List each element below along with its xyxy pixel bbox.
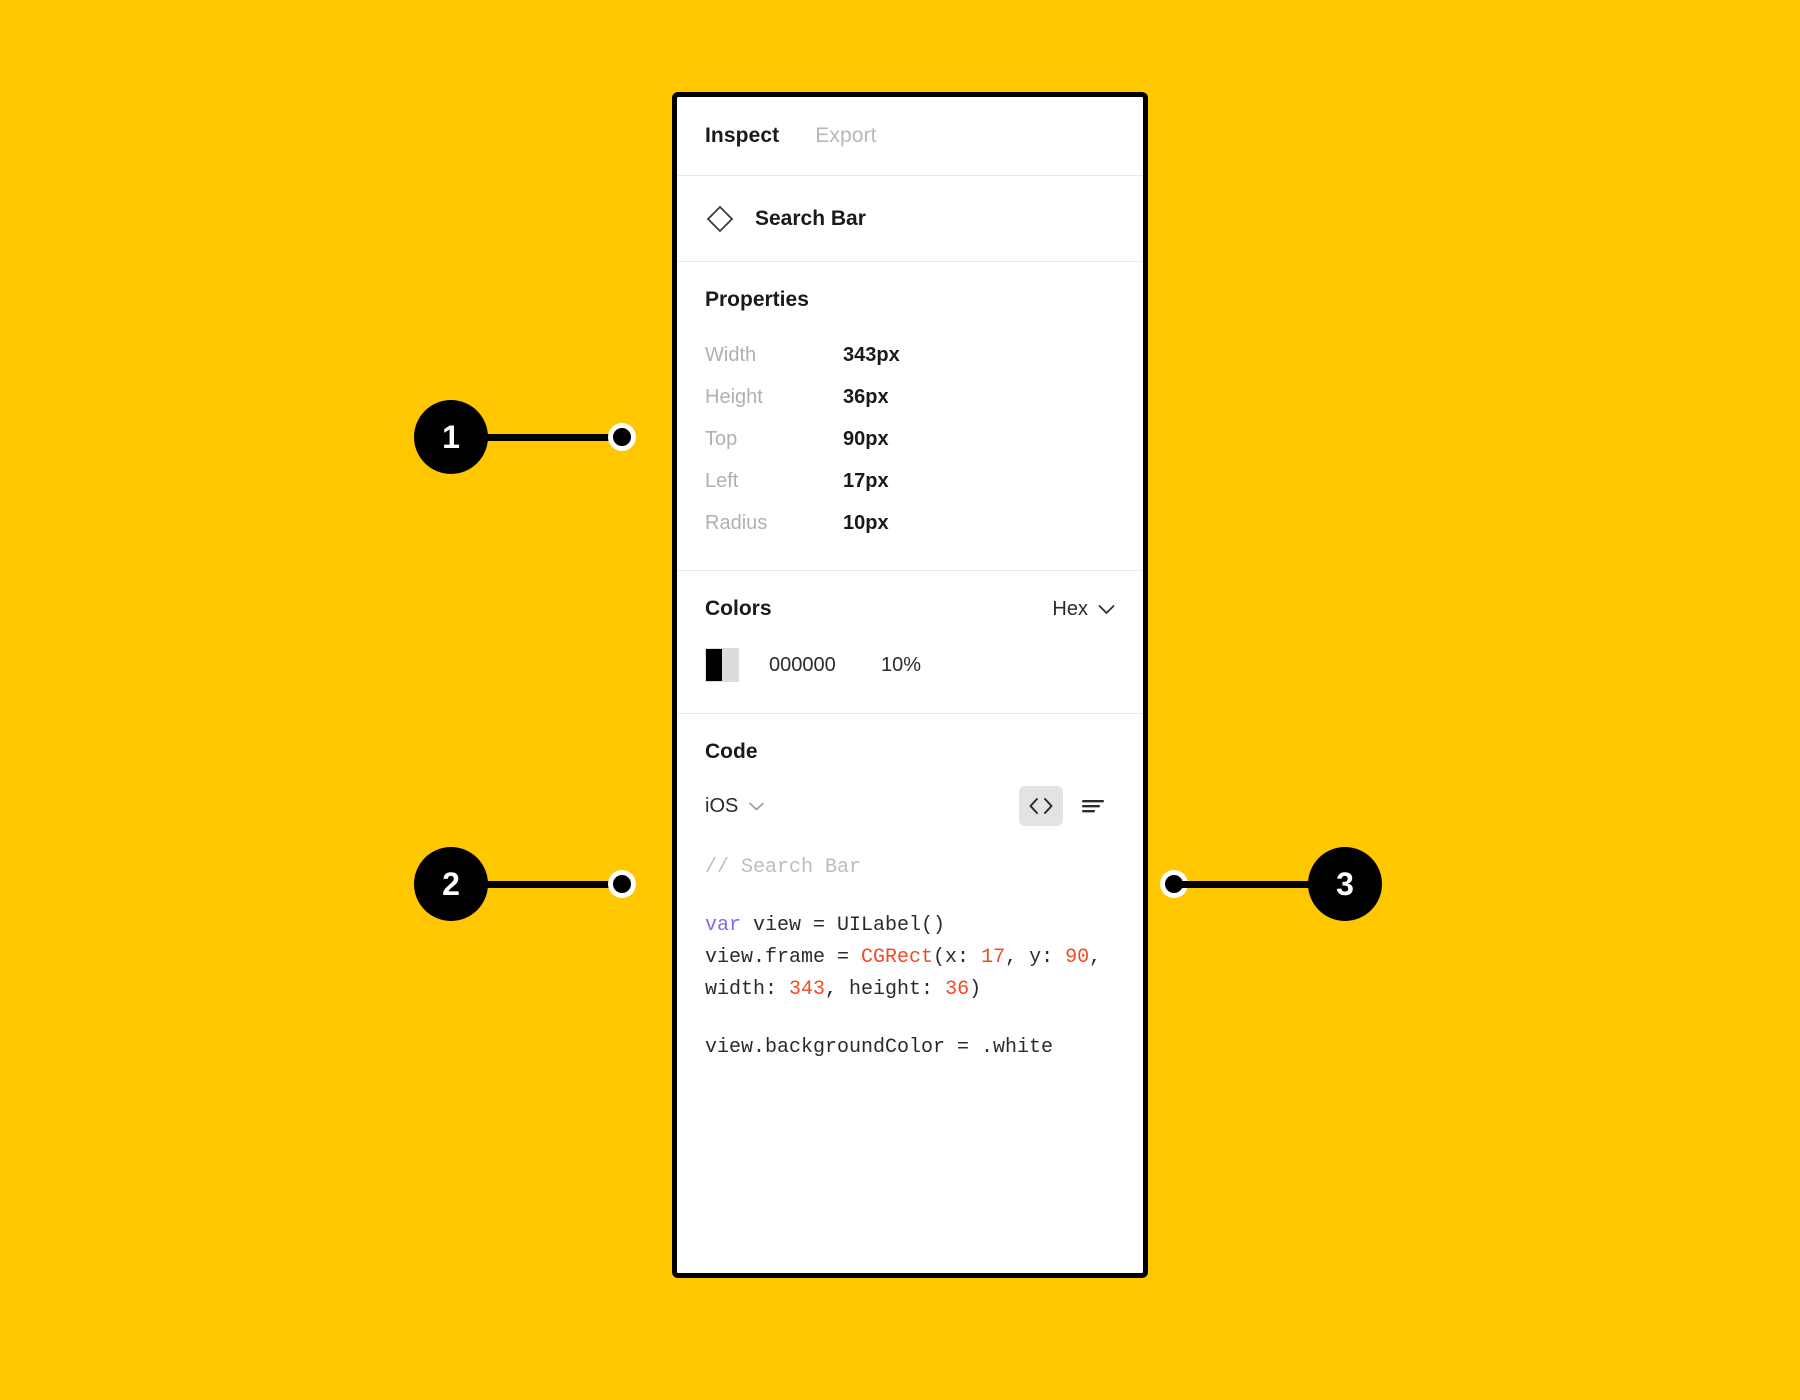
- properties-section: Properties Width 343px Height 36px Top 9…: [677, 262, 1143, 570]
- color-swatch-solid: [706, 649, 722, 681]
- colors-section: Colors Hex 000000 10%: [677, 571, 1143, 713]
- properties-title: Properties: [705, 288, 809, 311]
- code-frame-h: 36: [945, 978, 970, 1001]
- code-block[interactable]: // Search Bar var view = UILabel() view.f…: [705, 852, 1115, 1064]
- code-toolbar: iOS: [705, 786, 1115, 826]
- code-frame-h-label: , height:: [825, 978, 946, 1001]
- property-row-width: Width 343px: [705, 334, 1115, 376]
- code-frame-close: ): [969, 978, 982, 1001]
- property-row-height: Height 36px: [705, 376, 1115, 418]
- tab-bar: Inspect Export: [677, 97, 1143, 175]
- code-background-line: view.backgroundColor = .white: [705, 1036, 1054, 1059]
- callout-endpoint-2: [608, 870, 636, 898]
- callout-line-1: [484, 433, 614, 441]
- color-format-dropdown[interactable]: Hex: [1052, 598, 1115, 621]
- property-row-top: Top 90px: [705, 418, 1115, 460]
- component-diamond-icon: [706, 205, 734, 232]
- code-frame-w: 343: [789, 978, 826, 1001]
- code-header: Code: [705, 740, 1115, 764]
- text-lines-icon: [1082, 800, 1104, 813]
- code-text-after-var: view = UILabel(): [741, 914, 946, 937]
- code-keyword-var: var: [705, 914, 742, 937]
- callout-line-3: [1182, 880, 1312, 888]
- code-frame-y-label: , y:: [1005, 946, 1066, 969]
- callout-line-2: [484, 880, 614, 888]
- colors-title: Colors: [705, 597, 772, 620]
- chevron-down-icon: [749, 802, 765, 810]
- color-row[interactable]: 000000 10%: [705, 643, 1115, 687]
- property-value-left: 17px: [843, 469, 889, 492]
- tab-export[interactable]: Export: [815, 124, 876, 148]
- property-value-height: 36px: [843, 385, 889, 408]
- callout-endpoint-1: [608, 423, 636, 451]
- code-frame-y: 90: [1065, 946, 1090, 969]
- property-value-width: 343px: [843, 343, 900, 366]
- code-title: Code: [705, 740, 758, 763]
- callout-1: 1: [414, 400, 636, 474]
- property-label-width: Width: [705, 343, 757, 366]
- colors-header: Colors Hex: [705, 597, 1115, 621]
- selected-layer-name: Search Bar: [755, 206, 866, 230]
- selected-layer-row[interactable]: Search Bar: [677, 176, 1143, 261]
- code-view-button[interactable]: [1019, 786, 1063, 826]
- color-swatch: [705, 648, 739, 682]
- code-frame-x: 17: [981, 946, 1006, 969]
- color-swatch-alpha: [722, 649, 738, 681]
- inspector-panel: Inspect Export Search Bar Properties Wid…: [672, 92, 1148, 1278]
- callout-badge-3[interactable]: 3: [1308, 847, 1382, 921]
- callout-badge-1[interactable]: 1: [414, 400, 488, 474]
- code-type-cgrect: CGRect: [861, 946, 934, 969]
- code-brackets-icon: [1029, 798, 1053, 814]
- code-platform-dropdown[interactable]: iOS: [705, 795, 765, 818]
- text-view-button[interactable]: [1071, 786, 1115, 826]
- code-platform-label: iOS: [705, 794, 739, 817]
- color-format-label: Hex: [1052, 597, 1088, 620]
- tab-inspect[interactable]: Inspect: [705, 124, 779, 148]
- property-label-top: Top: [705, 427, 738, 450]
- property-label-radius: Radius: [705, 511, 768, 534]
- property-value-top: 90px: [843, 427, 889, 450]
- callout-badge-2[interactable]: 2: [414, 847, 488, 921]
- property-row-radius: Radius 10px: [705, 502, 1115, 544]
- code-blank-line-2: [705, 1006, 1115, 1032]
- properties-header: Properties: [705, 288, 1115, 312]
- callout-2: 2: [414, 847, 636, 921]
- property-value-radius: 10px: [843, 511, 889, 534]
- code-comment: // Search Bar: [705, 856, 862, 879]
- callout-3: 3: [1160, 847, 1382, 921]
- code-frame-x-label: (x:: [933, 946, 982, 969]
- property-label-left: Left: [705, 469, 739, 492]
- color-hex-value: 000000: [769, 653, 836, 676]
- code-frame-prefix: view.frame =: [705, 946, 862, 969]
- color-opacity-value: 10%: [881, 653, 922, 676]
- code-view-toggles: [1019, 786, 1115, 826]
- property-row-left: Left 17px: [705, 460, 1115, 502]
- chevron-down-icon: [1098, 604, 1115, 614]
- code-section: Code iOS // Search Bar var view = UILabe…: [677, 714, 1143, 1090]
- property-label-height: Height: [705, 385, 763, 408]
